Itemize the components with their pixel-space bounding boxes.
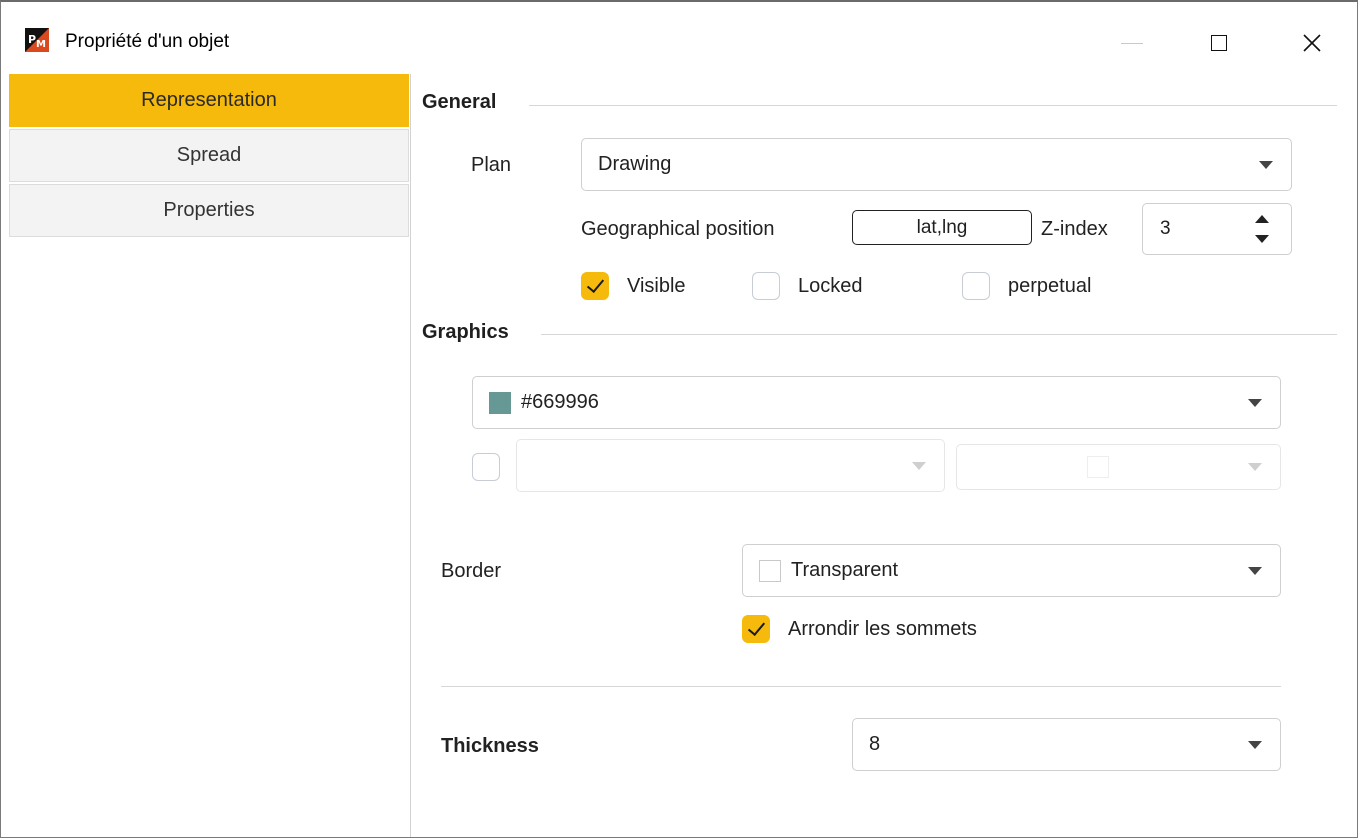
- round-corners-checkbox[interactable]: [742, 615, 770, 643]
- fill-color-swatch: [489, 392, 511, 414]
- chevron-down-icon: [1248, 740, 1262, 749]
- plan-select-value: Drawing: [598, 153, 672, 175]
- plan-select[interactable]: Drawing: [581, 138, 1292, 191]
- sidebar-item-label: Properties: [163, 199, 255, 221]
- sidebar-item-representation[interactable]: Representation: [9, 74, 409, 127]
- properties-window: P M Propriété d'un objet Representation …: [0, 0, 1358, 838]
- geographical-position-button[interactable]: lat,lng: [852, 210, 1032, 245]
- maximize-icon: [1211, 35, 1227, 51]
- round-corners-label: Arrondir les sommets: [788, 618, 977, 640]
- thickness-select[interactable]: 8: [852, 718, 1281, 771]
- visible-checkbox[interactable]: [581, 272, 609, 300]
- sidebar-item-label: Spread: [176, 144, 242, 166]
- chevron-down-icon: [1248, 566, 1262, 575]
- locked-label: Locked: [798, 275, 863, 297]
- border-select[interactable]: Transparent: [742, 544, 1281, 597]
- fill-color-select[interactable]: #669996: [472, 376, 1281, 429]
- border-label: Border: [441, 560, 502, 582]
- chevron-down-icon: [1248, 398, 1262, 407]
- chevron-down-icon: [912, 461, 926, 470]
- svg-text:P: P: [28, 33, 36, 46]
- app-icon: P M: [25, 28, 49, 52]
- secondary-fill-checkbox[interactable]: [472, 453, 500, 481]
- graphics-section-header: Graphics: [422, 321, 509, 343]
- z-index-value: 3: [1160, 218, 1171, 239]
- graphics-divider: [541, 334, 1337, 335]
- pattern-color-select[interactable]: [956, 444, 1281, 490]
- chevron-down-icon: [1248, 463, 1262, 471]
- pattern-select[interactable]: [516, 439, 945, 492]
- border-value: Transparent: [791, 559, 899, 581]
- window-title: Propriété d'un objet: [65, 31, 230, 52]
- z-index-label: Z-index: [1041, 218, 1108, 240]
- sidebar-item-properties[interactable]: Properties: [9, 184, 409, 237]
- geographical-position-button-label: lat,lng: [916, 216, 968, 238]
- pattern-color-swatch: [1087, 456, 1109, 478]
- border-color-swatch: [759, 560, 781, 582]
- visible-label: Visible: [627, 275, 686, 297]
- minimize-button[interactable]: [1109, 18, 1155, 68]
- locked-checkbox[interactable]: [752, 272, 780, 300]
- title-bar: P M Propriété d'un objet: [1, 2, 1357, 72]
- thickness-value: 8: [869, 733, 881, 755]
- general-divider: [529, 105, 1337, 106]
- sidebar-item-spread[interactable]: Spread: [9, 129, 409, 182]
- close-button[interactable]: [1289, 18, 1335, 68]
- maximize-button[interactable]: [1196, 18, 1242, 68]
- fill-color-value: #669996: [521, 391, 599, 413]
- svg-text:M: M: [36, 39, 46, 50]
- sidebar-item-label: Representation: [141, 89, 277, 111]
- decrement-arrow-icon[interactable]: [1255, 235, 1269, 243]
- z-index-stepper[interactable]: 3: [1142, 203, 1292, 255]
- perpetual-label: perpetual: [1008, 275, 1092, 297]
- thickness-divider: [441, 686, 1281, 687]
- geographical-position-label: Geographical position: [581, 218, 775, 240]
- thickness-label: Thickness: [441, 735, 539, 757]
- minimize-icon: [1121, 42, 1143, 44]
- sidebar: Representation Spread Properties: [9, 74, 411, 837]
- perpetual-checkbox[interactable]: [962, 272, 990, 300]
- close-icon: [1303, 34, 1321, 52]
- plan-label: Plan: [471, 154, 512, 176]
- increment-arrow-icon[interactable]: [1255, 215, 1269, 223]
- chevron-down-icon: [1259, 160, 1273, 169]
- general-section-header: General: [422, 91, 497, 113]
